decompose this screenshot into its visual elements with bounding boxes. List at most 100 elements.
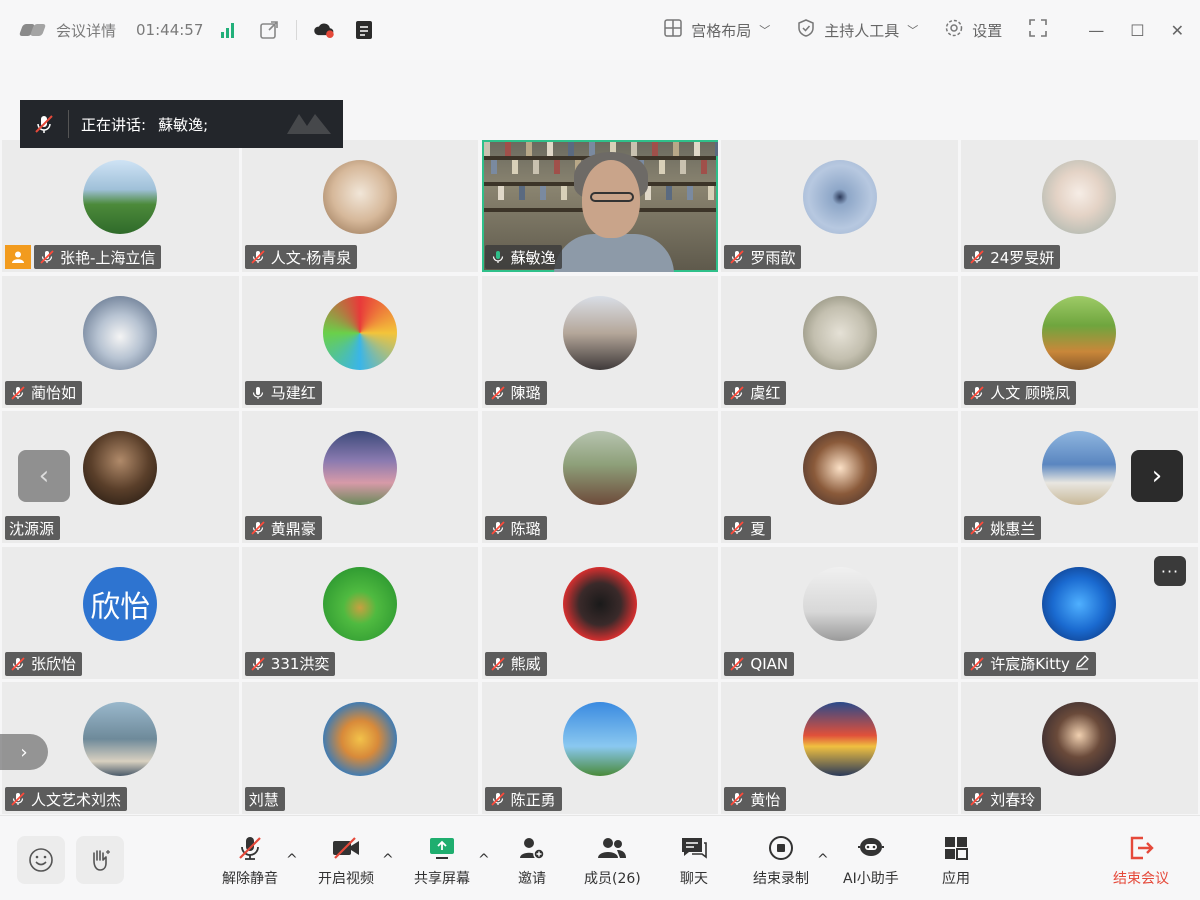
maximize-icon[interactable]: ☐ — [1130, 21, 1144, 40]
participant-tile[interactable]: 24罗旻妍 — [961, 140, 1198, 272]
participant-nameplate: 黄怡 — [724, 787, 787, 811]
participant-name: 刘春玲 — [990, 790, 1036, 809]
end-meeting-label: 结束会议 — [1113, 871, 1169, 887]
participant-tile[interactable]: 刘慧 — [241, 682, 479, 814]
mic-off-icon — [9, 790, 27, 808]
participant-tile[interactable]: 黄鼎豪 — [241, 411, 479, 543]
participant-tile[interactable]: 陈正勇 — [481, 682, 719, 814]
participant-nameplate: 陈璐 — [484, 516, 547, 540]
avatar — [323, 431, 398, 505]
share-options-caret[interactable]: ^ — [478, 852, 490, 868]
cloud-record-icon[interactable] — [313, 19, 335, 41]
mic-off-icon — [728, 790, 746, 808]
notes-icon[interactable] — [353, 19, 375, 41]
mic-icon — [489, 248, 507, 266]
participant-name: 罗雨歆 — [750, 248, 796, 267]
participant-tile[interactable]: 陳璐 — [481, 275, 719, 408]
participant-tile[interactable]: QIAN — [721, 546, 958, 679]
participant-nameplate: 熊威 — [484, 651, 547, 676]
participant-nameplate: 夏 — [724, 516, 772, 540]
participant-tile[interactable]: 罗雨歆 — [721, 140, 958, 272]
avatar — [83, 295, 158, 370]
avatar — [1042, 431, 1117, 505]
mic-off-icon — [249, 655, 267, 673]
avatar — [323, 160, 398, 234]
participant-tile[interactable]: 张艳-上海立信 — [2, 140, 239, 272]
gear-icon — [944, 18, 964, 42]
meeting-info-link[interactable]: 会议详情 — [56, 20, 116, 41]
unmute-button[interactable]: 解除静音 — [222, 834, 278, 888]
side-panel-toggle[interactable]: › — [0, 734, 48, 770]
participant-nameplate: 姚惠兰 — [964, 516, 1042, 540]
popout-icon[interactable] — [258, 19, 280, 41]
participant-tile[interactable]: 刘春玲 — [961, 682, 1198, 814]
mic-off-icon — [728, 519, 746, 537]
avatar — [1042, 566, 1117, 641]
signal-icon[interactable] — [221, 22, 235, 38]
members-button[interactable]: 成员(26) — [584, 834, 641, 888]
apps-button[interactable]: 应用 — [941, 834, 971, 888]
recording-options-caret[interactable]: ^ — [817, 852, 829, 868]
host-tools-dropdown[interactable]: 主持人工具 ﹀ — [796, 18, 918, 42]
mic-options-caret[interactable]: ^ — [286, 852, 298, 868]
video-options-caret[interactable]: ^ — [382, 852, 394, 868]
participant-nameplate: 虞红 — [724, 380, 787, 405]
invite-button[interactable]: 邀请 — [517, 834, 547, 888]
mic-off-icon — [968, 655, 986, 673]
participant-tile[interactable]: 人文-杨青泉 — [241, 140, 479, 272]
participant-name: 人文 顾晓凤 — [990, 384, 1070, 402]
mic-icon — [249, 384, 267, 402]
share-screen-button[interactable]: 共享屏幕 — [414, 834, 470, 888]
mic-off-icon — [968, 790, 986, 808]
participant-tile[interactable]: 331洪奕 — [241, 546, 479, 679]
mic-off-icon — [38, 248, 56, 266]
settings-button[interactable]: 设置 — [944, 18, 1002, 42]
mic-off-icon — [968, 384, 986, 402]
raise-hand-button[interactable] — [76, 836, 124, 884]
participant-name: 沈源源 — [9, 519, 55, 538]
participant-tile[interactable]: 马建红 — [241, 275, 479, 408]
participant-name: 蔺怡如 — [31, 384, 77, 402]
stop-recording-button[interactable]: 结束录制 — [753, 834, 809, 888]
participant-name: 人文艺术刘杰 — [31, 790, 122, 809]
chat-button[interactable]: 聊天 — [679, 834, 709, 888]
speaking-names: 蘇敏逸; — [158, 115, 209, 134]
start-video-button[interactable]: 开启视频 — [318, 834, 374, 888]
record-stop-icon — [766, 834, 796, 862]
emoji-button[interactable] — [17, 836, 65, 884]
avatar — [802, 702, 877, 776]
end-meeting-button[interactable]: 结束会议 — [1113, 834, 1169, 888]
minimize-icon[interactable]: — — [1088, 21, 1104, 40]
chevron-down-icon: ﹀ — [759, 24, 771, 37]
more-button[interactable]: ··· — [1154, 556, 1186, 586]
participant-tile[interactable]: 蘇敏逸 — [481, 140, 719, 272]
ai-assistant-button[interactable]: AI小助手 — [843, 834, 899, 888]
layout-dropdown[interactable]: 宫格布局 ﹀ — [663, 18, 770, 42]
chat-label: 聊天 — [680, 871, 708, 887]
participant-name: 人文-杨青泉 — [270, 248, 352, 267]
participant-tile[interactable]: 黄怡 — [721, 682, 958, 814]
participant-tile[interactable]: 蔺怡如 — [2, 275, 239, 408]
participant-nameplate: 331洪奕 — [244, 651, 336, 676]
participant-nameplate: 刘春玲 — [964, 787, 1042, 811]
participant-tile[interactable]: 陈璐 — [481, 411, 719, 543]
participant-nameplate: 陈正勇 — [484, 787, 562, 811]
more-icon: ··· — [1160, 561, 1180, 581]
participant-tile[interactable]: 夏 — [721, 411, 958, 543]
participant-tile[interactable]: 虞红 — [721, 275, 958, 408]
annotate-icon — [1074, 654, 1090, 674]
prev-page-button[interactable]: ‹ — [18, 450, 70, 502]
add-user-icon — [517, 834, 547, 862]
next-page-button[interactable]: › — [1131, 450, 1183, 502]
bottom-toolbar: 解除静音 ^ 开启视频 ^ 共享屏幕 ^ 邀请 成员(26) 聊天 结束录制 ^… — [0, 815, 1200, 900]
chevron-left-icon: ‹ — [38, 461, 50, 491]
participant-tile[interactable]: 人文 顾晓凤 — [961, 275, 1198, 408]
close-icon[interactable]: ✕ — [1171, 21, 1184, 40]
fullscreen-icon[interactable] — [1028, 18, 1048, 42]
video-off-icon — [331, 834, 361, 862]
participant-nameplate: 蘇敏逸 — [484, 245, 562, 269]
participant-tile[interactable]: 欣怡 张欣怡 — [2, 546, 239, 679]
mic-off-icon — [728, 248, 746, 266]
participant-tile[interactable]: 熊威 — [481, 546, 719, 679]
participant-name: 张欣怡 — [31, 655, 77, 673]
